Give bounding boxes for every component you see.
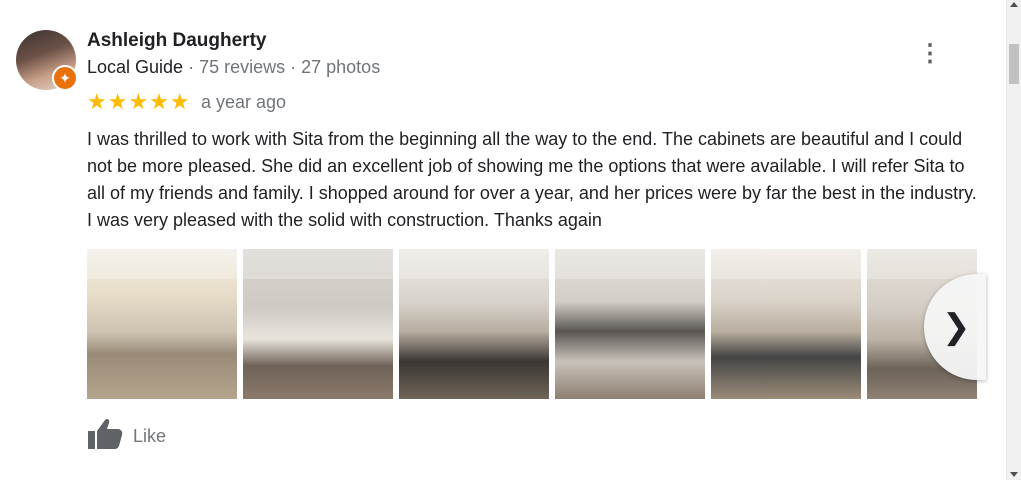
review-photo[interactable] <box>555 249 705 399</box>
scroll-up-icon[interactable] <box>1010 2 1018 7</box>
review-photo[interactable] <box>243 249 393 399</box>
reviewer-name[interactable]: Ashleigh Daugherty <box>87 30 266 52</box>
review-text: I was thrilled to work with Sita from th… <box>87 129 977 230</box>
thumb-up-icon <box>87 418 123 455</box>
reviewer-meta: Local Guide · 75 reviews · 27 photos <box>87 57 380 78</box>
like-button[interactable]: Like <box>87 418 167 455</box>
vertical-scrollbar[interactable] <box>1006 0 1021 480</box>
review-time: a year ago <box>201 92 287 112</box>
local-guide-label: Local Guide <box>87 57 184 77</box>
reviews-count: 75 reviews <box>199 57 286 77</box>
chevron-right-icon: ❯ <box>942 308 971 346</box>
more-vert-icon[interactable]: ⋮ <box>915 38 945 68</box>
local-guide-star-icon: ✦ <box>52 65 78 91</box>
meta-separator: · <box>183 57 200 77</box>
review-photo[interactable] <box>87 249 237 399</box>
photo-strip <box>87 249 977 399</box>
photos-count: 27 photos <box>301 57 381 77</box>
reviewer-avatar[interactable]: ✦ <box>16 30 78 91</box>
like-label: Like <box>133 425 167 446</box>
star-rating: ★★★★★ <box>87 89 191 114</box>
review-photo[interactable] <box>399 249 549 399</box>
meta-separator: · <box>285 57 302 77</box>
review-photo[interactable] <box>711 249 861 399</box>
scroll-thumb[interactable] <box>1009 44 1019 84</box>
scroll-down-icon[interactable] <box>1010 472 1018 477</box>
